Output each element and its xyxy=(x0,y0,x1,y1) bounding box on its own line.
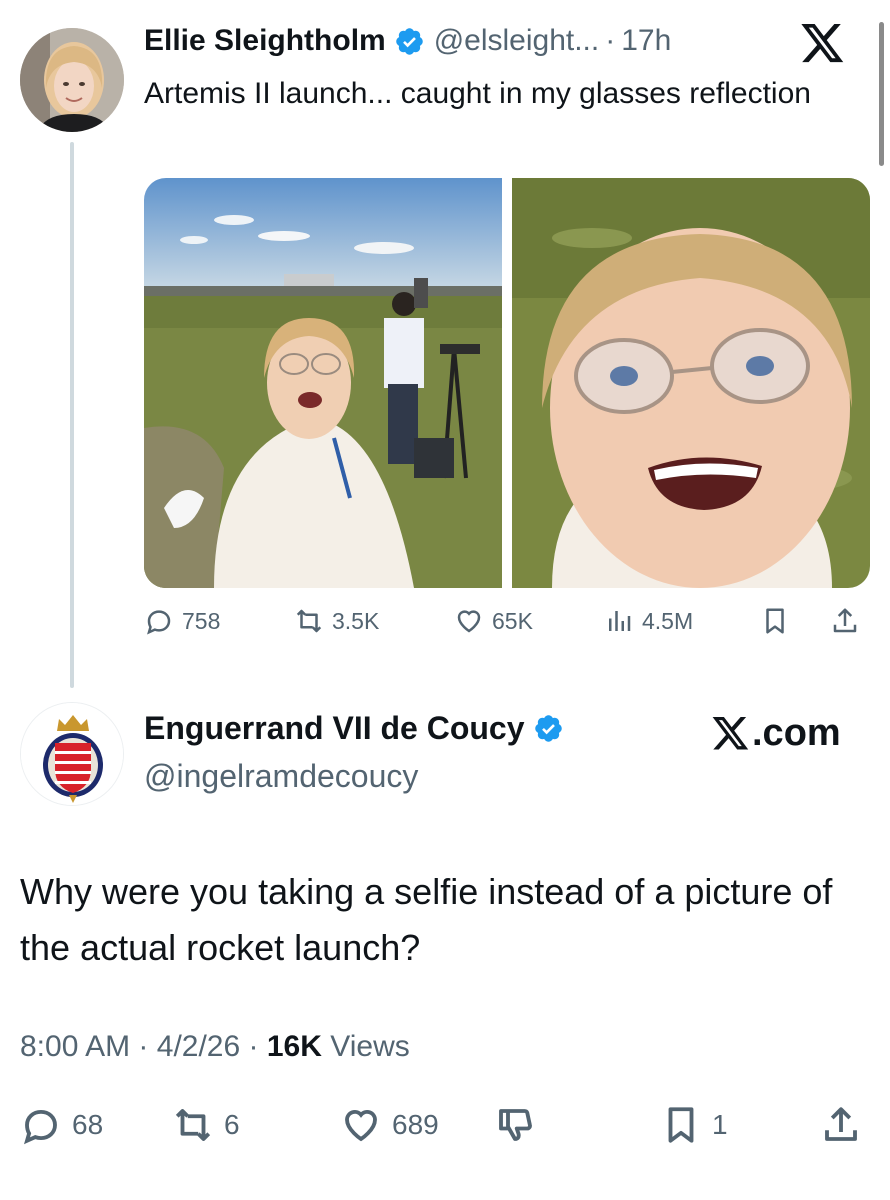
media-photo-crowd-selfie[interactable] xyxy=(144,178,502,588)
reply-button[interactable]: 758 xyxy=(144,606,220,636)
bookmark-count: 1 xyxy=(712,1109,728,1140)
tweet-date[interactable]: 4/2/26 xyxy=(157,1030,240,1063)
views-label: Views xyxy=(330,1030,410,1063)
quoted-tweet-header: Ellie Sleightholm @elsleight... · 17h xyxy=(144,24,671,58)
bookmark-button[interactable]: 1 xyxy=(660,1104,728,1146)
repost-button[interactable]: 3.5K xyxy=(294,606,379,636)
thumbs-down-icon xyxy=(499,1109,532,1141)
heart-icon xyxy=(345,1110,377,1142)
views-chart-icon xyxy=(609,611,631,631)
tweet-time[interactable]: 8:00 AM xyxy=(20,1030,130,1063)
share-icon xyxy=(825,1107,857,1141)
like-count: 689 xyxy=(392,1109,439,1140)
views-button[interactable]: 4.5M xyxy=(604,606,693,636)
separator-dot: · xyxy=(248,1030,259,1063)
separator-dot: · xyxy=(605,24,616,57)
separator-dot: · xyxy=(138,1030,149,1063)
photo-glasses-closeup-image xyxy=(512,178,870,588)
views-count: 4.5M xyxy=(642,607,694,634)
x-logo-icon xyxy=(801,24,844,63)
repost-icon xyxy=(175,1109,211,1141)
reply-author-name[interactable]: Enguerrand VII de Coucy xyxy=(144,710,525,747)
quoted-tweet-text: Artemis II launch... caught in my glasse… xyxy=(144,77,811,110)
reply-button[interactable]: 68 xyxy=(20,1104,103,1146)
share-button[interactable] xyxy=(820,1104,872,1146)
scrollbar[interactable] xyxy=(879,22,884,166)
bookmark-icon xyxy=(668,1107,694,1143)
author-avatar[interactable] xyxy=(20,28,124,132)
x-com-watermark: .com xyxy=(712,712,841,755)
quoted-tweet-actions: 758 3.5K 65K 4.5M xyxy=(144,606,870,646)
views-count: 16K xyxy=(266,1030,322,1063)
avatar-portrait-image xyxy=(20,28,124,132)
x-com-label: .com xyxy=(752,712,841,754)
reply-tweet-text: Why were you taking a selfie instead of … xyxy=(20,871,833,968)
tweet-metadata: 8:00 AM · 4/2/26 · 16K Views xyxy=(20,1030,410,1064)
reply-author-handle[interactable]: @ingelramdecoucy xyxy=(144,758,418,795)
repost-count: 6 xyxy=(224,1109,240,1140)
x-logo-icon xyxy=(712,716,749,749)
repost-icon xyxy=(296,609,322,633)
reply-tweet-actions: 68 6 689 1 xyxy=(20,1104,870,1150)
share-icon xyxy=(833,608,857,633)
reply-icon xyxy=(24,1109,57,1145)
bookmark-button[interactable] xyxy=(760,606,798,636)
downvote-button[interactable] xyxy=(494,1104,546,1146)
reply-count: 758 xyxy=(182,607,221,634)
photo-crowd-selfie-image xyxy=(144,178,502,588)
like-count: 65K xyxy=(492,607,533,634)
tweet-time[interactable]: 17h xyxy=(621,24,671,58)
like-button[interactable]: 689 xyxy=(340,1104,439,1146)
coat-of-arms-icon xyxy=(21,703,123,805)
heart-icon xyxy=(457,610,481,633)
author-handle[interactable]: @elsleight... xyxy=(434,24,600,58)
repost-count: 3.5K xyxy=(332,607,380,634)
tweet-media-grid xyxy=(144,178,870,588)
reply-author-name-row: Enguerrand VII de Coucy xyxy=(144,710,573,747)
author-name[interactable]: Ellie Sleightholm xyxy=(144,24,386,58)
reply-count: 68 xyxy=(72,1109,104,1140)
reply-author-avatar[interactable] xyxy=(20,702,124,806)
thread-connector-line xyxy=(70,142,74,688)
like-button[interactable]: 65K xyxy=(454,606,533,636)
verified-badge-icon xyxy=(395,27,423,55)
media-photo-glasses-closeup[interactable] xyxy=(512,178,870,588)
reply-icon xyxy=(147,610,171,635)
repost-button[interactable]: 6 xyxy=(172,1104,240,1146)
share-button[interactable] xyxy=(830,606,868,636)
verified-badge-icon xyxy=(534,715,562,742)
bookmark-icon xyxy=(766,608,784,634)
